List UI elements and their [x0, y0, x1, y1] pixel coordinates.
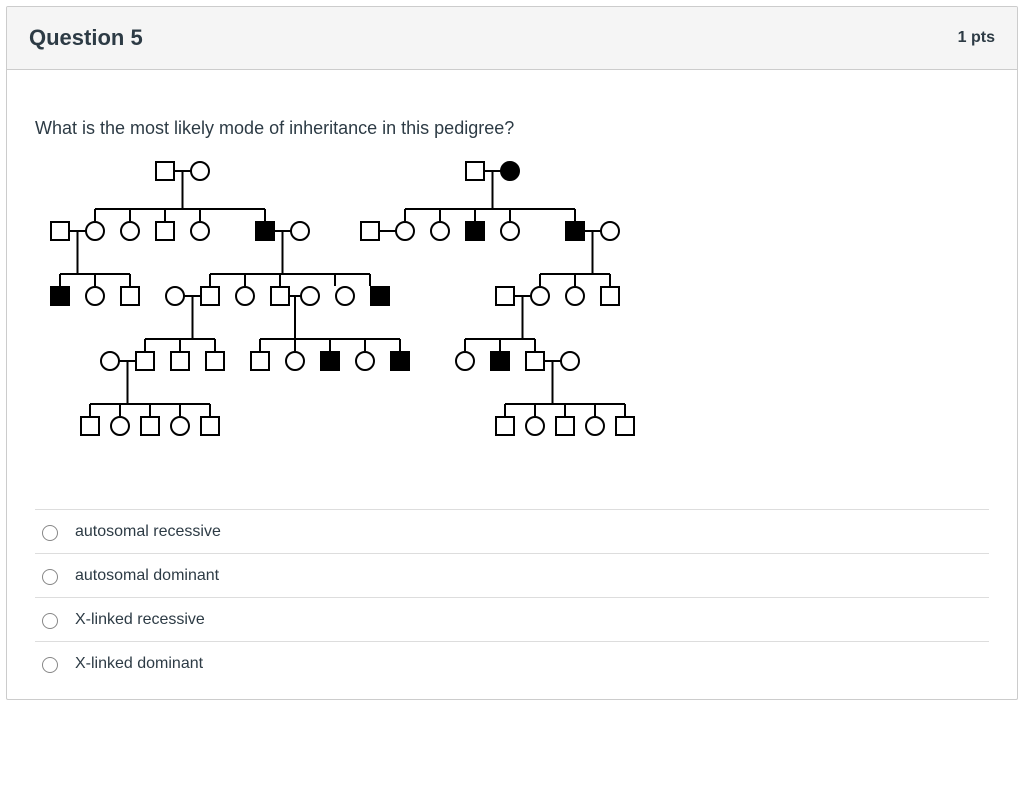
- question-number: Question 5: [29, 25, 143, 51]
- question-text: What is the most likely mode of inherita…: [35, 118, 989, 139]
- pedigree-diagram: [35, 151, 675, 461]
- answer-label: autosomal recessive: [75, 523, 221, 541]
- question-body: What is the most likely mode of inherita…: [7, 70, 1017, 699]
- answer-radio[interactable]: [42, 657, 58, 673]
- answer-label: X-linked recessive: [75, 611, 205, 629]
- answer-option[interactable]: X-linked dominant: [35, 641, 989, 685]
- answer-label: autosomal dominant: [75, 567, 219, 585]
- answer-option[interactable]: X-linked recessive: [35, 597, 989, 641]
- question-header: Question 5 1 pts: [7, 7, 1017, 70]
- pedigree-figure: [35, 151, 989, 461]
- answer-option[interactable]: autosomal recessive: [35, 509, 989, 553]
- answer-radio[interactable]: [42, 613, 58, 629]
- answer-radio[interactable]: [42, 569, 58, 585]
- question-points: 1 pts: [958, 29, 995, 47]
- answer-list: autosomal recessive autosomal dominant X…: [35, 491, 989, 685]
- answer-option[interactable]: autosomal dominant: [35, 553, 989, 597]
- question-card: Question 5 1 pts What is the most likely…: [6, 6, 1018, 700]
- answer-radio[interactable]: [42, 525, 58, 541]
- answer-label: X-linked dominant: [75, 655, 203, 673]
